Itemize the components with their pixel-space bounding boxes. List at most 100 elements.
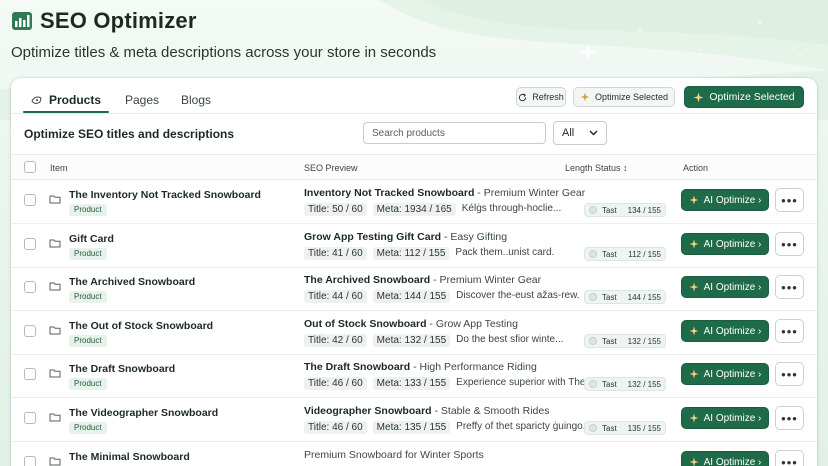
product-badge: Product bbox=[69, 335, 107, 347]
seo-preview-title: Out of Stock Snowboard - Grow App Testin… bbox=[304, 318, 518, 330]
seo-preview-title-main: The Archived Snowboard bbox=[304, 274, 431, 286]
seo-preview-title-suffix: Premium Snowboard for Winter Sports bbox=[304, 449, 484, 461]
item-name[interactable]: The Archived Snowboard bbox=[69, 276, 195, 288]
tab-products-label: Products bbox=[49, 93, 102, 107]
status-dot-icon bbox=[589, 424, 597, 432]
length-status: Tast 144 / 155 bbox=[584, 290, 666, 304]
tab-pages[interactable]: Pages bbox=[125, 89, 159, 111]
item-name[interactable]: The Out of Stock Snowboard bbox=[69, 320, 213, 332]
item-name[interactable]: The Videographer Snowboard bbox=[69, 407, 218, 419]
column-seo-preview: SEO Preview bbox=[304, 163, 358, 173]
chevron-down-icon bbox=[589, 130, 598, 136]
seo-preview-title-main: Videographer Snowboard bbox=[304, 405, 432, 417]
tab-blogs[interactable]: Blogs bbox=[181, 89, 211, 111]
length-status: Tast 112 / 155 bbox=[584, 247, 666, 261]
ai-optimize-button[interactable]: AI Optimize › bbox=[681, 363, 769, 385]
ai-optimize-button[interactable]: AI Optimize › bbox=[681, 189, 769, 211]
table-row[interactable]: The Videographer Snowboard Product Videogr… bbox=[11, 398, 817, 442]
optimize-selected-secondary-button[interactable]: Optimize Selected bbox=[573, 87, 675, 107]
ai-optimize-button[interactable]: AI Optimize › bbox=[681, 407, 769, 429]
select-all-checkbox[interactable] bbox=[24, 161, 36, 173]
more-icon: ••• bbox=[781, 279, 798, 295]
app-header: SEO Optimizer Optimize titles & meta des… bbox=[11, 8, 436, 61]
row-checkbox[interactable] bbox=[24, 281, 36, 293]
filter-select[interactable]: All bbox=[553, 121, 607, 145]
search-input[interactable] bbox=[363, 122, 546, 144]
folder-icon bbox=[49, 326, 61, 335]
row-checkbox[interactable] bbox=[24, 325, 36, 337]
ai-optimize-label: AI Optimize › bbox=[703, 238, 762, 250]
ai-optimize-button[interactable]: AI Optimize › bbox=[681, 233, 769, 255]
seo-preview-title-suffix: - High Performance Riding bbox=[410, 361, 537, 373]
seo-preview-title: Inventory Not Tracked Snowboard - Premiu… bbox=[304, 187, 585, 199]
seo-preview-meta: Title: 42 / 60 Meta: 132 / 155 Do the best… bbox=[304, 334, 588, 347]
ai-optimize-button[interactable]: AI Optimize › bbox=[681, 451, 769, 466]
more-icon: ••• bbox=[781, 410, 798, 426]
meta-snippet: Experience superior with The... bbox=[456, 377, 589, 388]
ai-optimize-label: AI Optimize › bbox=[703, 194, 762, 206]
optimize-selected-secondary-label: Optimize Selected bbox=[594, 92, 669, 102]
refresh-button[interactable]: Refresh bbox=[516, 87, 566, 107]
table-row[interactable]: The Minimal Snowboard Premium Snowboard f… bbox=[11, 442, 817, 466]
more-actions-button[interactable]: ••• bbox=[775, 362, 804, 386]
folder-icon bbox=[49, 239, 61, 248]
status-dot-icon bbox=[589, 380, 597, 388]
app-title: SEO Optimizer bbox=[40, 8, 197, 33]
more-actions-button[interactable]: ••• bbox=[775, 275, 804, 299]
more-actions-button[interactable]: ••• bbox=[775, 450, 804, 466]
row-checkbox[interactable] bbox=[24, 368, 36, 380]
seo-preview-title-suffix: - Grow App Testing bbox=[426, 318, 518, 330]
more-actions-button[interactable]: ••• bbox=[775, 406, 804, 430]
table-row[interactable]: Gift Card Product Grow App Testing Gift Ca… bbox=[11, 224, 817, 268]
seo-preview-meta: Title: 44 / 60 Meta: 144 / 155 Discover th… bbox=[304, 290, 588, 303]
table-row[interactable]: The Out of Stock Snowboard Product Out of … bbox=[11, 311, 817, 355]
tab-products[interactable]: Products bbox=[31, 89, 101, 111]
ai-optimize-button[interactable]: AI Optimize › bbox=[681, 276, 769, 298]
column-length-status[interactable]: Length Status ↕ bbox=[565, 163, 628, 173]
length-status-value: 132 / 155 bbox=[627, 379, 661, 389]
section-title: Optimize SEO titles and descriptions bbox=[24, 127, 235, 141]
meta-snippet: Do the best sfior winte... bbox=[456, 334, 564, 345]
column-item: Item bbox=[50, 163, 68, 173]
seo-preview-title-main: Out of Stock Snowboard bbox=[304, 318, 427, 330]
more-actions-button[interactable]: ••• bbox=[775, 232, 804, 256]
more-icon: ••• bbox=[781, 454, 798, 466]
ai-optimize-button[interactable]: AI Optimize › bbox=[681, 320, 769, 342]
refresh-icon bbox=[519, 92, 527, 101]
more-actions-button[interactable]: ••• bbox=[775, 319, 804, 343]
item-name[interactable]: The Minimal Snowboard bbox=[69, 451, 190, 463]
item-name[interactable]: The Draft Snowboard bbox=[69, 363, 175, 375]
table-row[interactable]: The Archived Snowboard Product The Archive… bbox=[11, 267, 817, 311]
seo-preview-title: The Archived Snowboard - Premium Winter … bbox=[304, 274, 541, 286]
optimize-selected-button[interactable]: Optimize Selected bbox=[684, 86, 804, 108]
row-checkbox[interactable] bbox=[24, 238, 36, 250]
item-name[interactable]: Gift Card bbox=[69, 233, 114, 245]
more-actions-button[interactable]: ••• bbox=[775, 188, 804, 212]
seo-preview-meta: Title: 46 / 60 Meta: 135 / 155 Preffy of t… bbox=[304, 421, 588, 434]
length-status-value: 132 / 155 bbox=[627, 336, 661, 346]
optimize-selected-label: Optimize Selected bbox=[709, 91, 795, 103]
seo-preview-title: Grow App Testing Gift Card - Easy Giftin… bbox=[304, 231, 507, 243]
product-badge: Product bbox=[69, 204, 107, 216]
meta-length: Meta: 1934 / 165 bbox=[372, 203, 456, 216]
table-row[interactable]: The Inventory Not Tracked Snowboard Produ… bbox=[11, 180, 817, 224]
table-row[interactable]: The Draft Snowboard Product The Draft Snow… bbox=[11, 354, 817, 398]
length-status-label: Tast bbox=[602, 205, 617, 215]
status-dot-icon bbox=[589, 337, 597, 345]
title-length: Title: 42 / 60 bbox=[304, 334, 367, 347]
length-status-value: 112 / 155 bbox=[628, 249, 661, 259]
row-checkbox[interactable] bbox=[24, 456, 36, 466]
row-checkbox[interactable] bbox=[24, 194, 36, 206]
more-icon: ••• bbox=[781, 366, 798, 382]
item-name[interactable]: The Inventory Not Tracked Snowboard bbox=[69, 189, 261, 201]
folder-icon bbox=[49, 282, 61, 291]
meta-length: Meta: 132 / 155 bbox=[372, 334, 451, 347]
tab-pages-label: Pages bbox=[125, 93, 160, 107]
length-status-value: 144 / 155 bbox=[627, 292, 661, 302]
bar-chart-icon bbox=[12, 12, 32, 30]
row-checkbox[interactable] bbox=[24, 412, 36, 424]
product-badge: Product bbox=[69, 248, 107, 260]
ai-optimize-label: AI Optimize › bbox=[703, 325, 762, 337]
meta-snippet: Pack them..unist card. bbox=[455, 247, 555, 258]
ai-optimize-label: AI Optimize › bbox=[703, 456, 762, 466]
